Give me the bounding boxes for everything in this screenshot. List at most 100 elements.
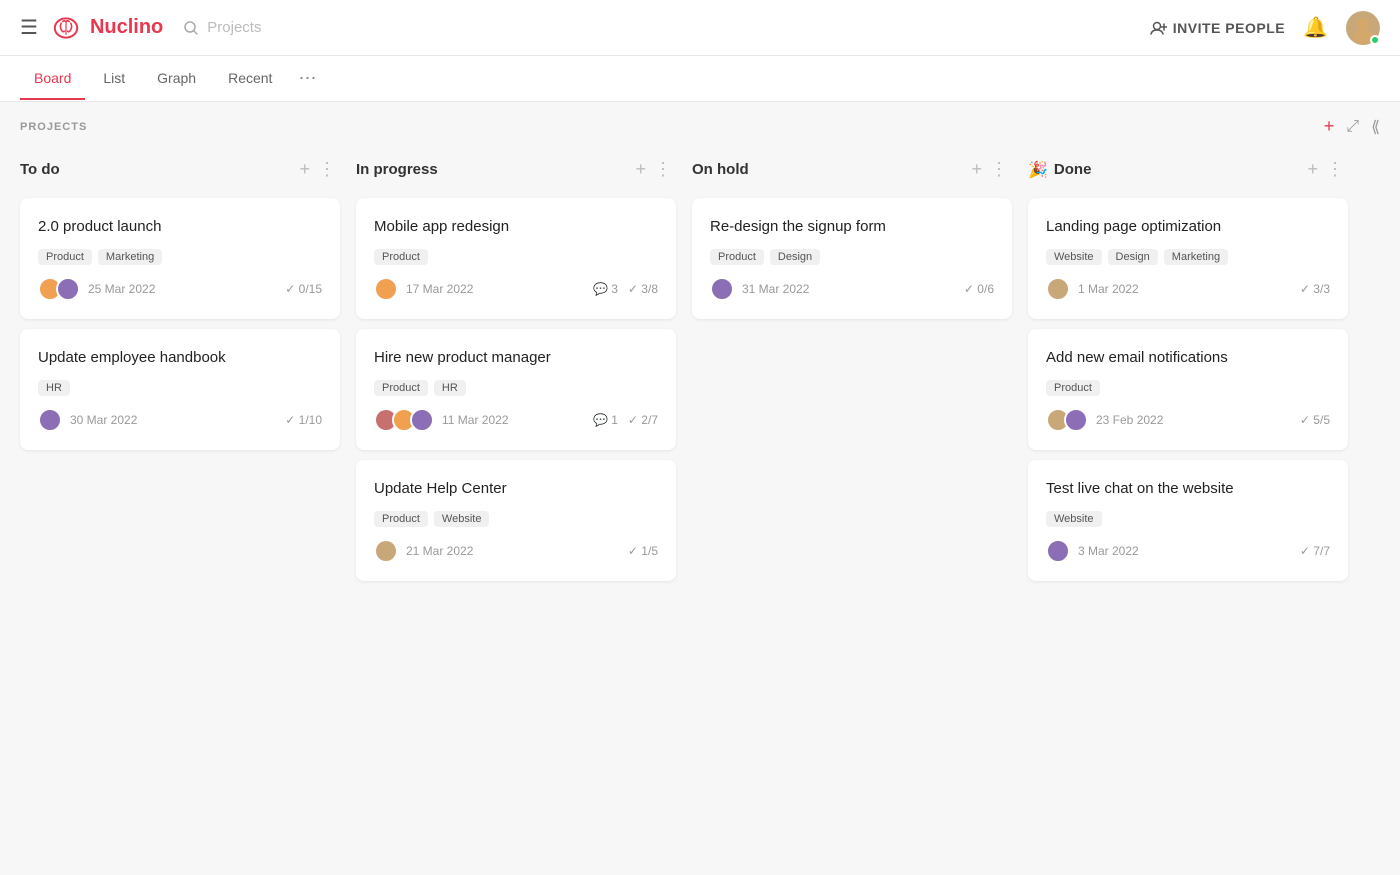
tab-recent[interactable]: Recent [214, 58, 286, 100]
collapse-columns-icon[interactable]: ⟪ [1371, 117, 1380, 137]
card-checklist: ✓ 1/5 [628, 544, 658, 558]
card-meta: 1 Mar 2022 [1046, 277, 1139, 301]
tab-more-icon[interactable]: ⋯ [290, 56, 324, 101]
card-mobile-redesign[interactable]: Mobile app redesign Product 17 Mar 2022 … [356, 198, 676, 319]
add-card-onhold-button[interactable]: + [967, 159, 986, 180]
tab-list[interactable]: List [89, 58, 139, 100]
add-card-done-button[interactable]: + [1303, 159, 1322, 180]
notification-bell-icon[interactable]: 🔔 [1303, 15, 1328, 40]
card-checklist: ✓ 7/7 [1300, 544, 1330, 558]
card-avatars [374, 539, 392, 563]
column-inprogress: In progress + ⋮ Mobile app redesign Prod… [356, 151, 676, 846]
card-update-help-center[interactable]: Update Help Center Product Website 21 Ma… [356, 460, 676, 581]
card-date: 25 Mar 2022 [88, 282, 155, 296]
card-date: 1 Mar 2022 [1078, 282, 1139, 296]
card-avatars [1046, 539, 1064, 563]
card-footer: 31 Mar 2022 ✓ 0/6 [710, 277, 994, 301]
tab-board[interactable]: Board [20, 58, 85, 100]
column-done: 🎉 Done + ⋮ Landing page optimization Web… [1028, 151, 1348, 846]
card-tags: Website Design Marketing [1046, 249, 1330, 265]
card-meta: 23 Feb 2022 [1046, 408, 1163, 432]
card-avatars [38, 277, 74, 301]
tag-product: Product [710, 249, 764, 265]
card-signup-form[interactable]: Re-design the signup form Product Design… [692, 198, 1012, 319]
card-tags: Product Design [710, 249, 994, 265]
tag-product: Product [38, 249, 92, 265]
card-checklist: ✓ 2/7 [628, 413, 658, 427]
add-column-button[interactable]: + [1324, 116, 1335, 137]
tag-website: Website [1046, 249, 1102, 265]
card-checklist: ✓ 3/3 [1300, 282, 1330, 296]
card-stats: ✓ 0/6 [964, 282, 994, 296]
search-icon [183, 20, 199, 36]
add-card-todo-button[interactable]: + [295, 159, 314, 180]
user-avatar[interactable] [1346, 11, 1380, 45]
invite-people-button[interactable]: INVITE PEOPLE [1149, 19, 1285, 37]
avatar [38, 408, 62, 432]
card-date: 30 Mar 2022 [70, 413, 137, 427]
card-checklist: ✓ 3/8 [628, 282, 658, 296]
column-header-todo: To do + ⋮ [20, 151, 340, 188]
column-done-menu-icon[interactable]: ⋮ [1322, 159, 1348, 180]
card-date: 21 Mar 2022 [406, 544, 473, 558]
add-card-inprogress-button[interactable]: + [631, 159, 650, 180]
board-header-actions: + ⤢ ⟪ [1324, 116, 1380, 137]
card-footer: 11 Mar 2022 💬 1 ✓ 2/7 [374, 408, 658, 432]
card-avatars [374, 408, 428, 432]
tag-design: Design [770, 249, 820, 265]
avatar [374, 277, 398, 301]
column-header-done: 🎉 Done + ⋮ [1028, 151, 1348, 188]
card-title: Landing page optimization [1046, 216, 1330, 237]
card-checklist: ✓ 5/5 [1300, 413, 1330, 427]
card-stats: 💬 1 ✓ 2/7 [593, 413, 658, 427]
card-title: Add new email notifications [1046, 347, 1330, 368]
column-todo-menu-icon[interactable]: ⋮ [314, 159, 340, 180]
card-landing-page[interactable]: Landing page optimization Website Design… [1028, 198, 1348, 319]
logo[interactable]: Nuclino [50, 12, 163, 44]
tab-graph[interactable]: Graph [143, 58, 210, 100]
card-stats: ✓ 1/5 [628, 544, 658, 558]
card-stats: 💬 3 ✓ 3/8 [593, 282, 658, 296]
expand-icon[interactable]: ⤢ [1346, 118, 1359, 136]
card-date: 31 Mar 2022 [742, 282, 809, 296]
hamburger-icon[interactable]: ☰ [20, 15, 38, 40]
column-title-todo: To do [20, 161, 295, 178]
card-tags: Website [1046, 511, 1330, 527]
card-title: 2.0 product launch [38, 216, 322, 237]
column-title-done: Done [1054, 161, 1304, 178]
card-meta: 3 Mar 2022 [1046, 539, 1139, 563]
card-meta: 31 Mar 2022 [710, 277, 809, 301]
card-stats: ✓ 0/15 [285, 282, 322, 296]
card-tags: Product [1046, 380, 1330, 396]
column-onhold-menu-icon[interactable]: ⋮ [986, 159, 1012, 180]
online-status-dot [1370, 35, 1380, 45]
header-right: INVITE PEOPLE 🔔 [1149, 11, 1380, 45]
card-tags: Product Marketing [38, 249, 322, 265]
card-avatars [374, 277, 392, 301]
tag-marketing: Marketing [1164, 249, 1228, 265]
card-date: 23 Feb 2022 [1096, 413, 1163, 427]
card-product-launch[interactable]: 2.0 product launch Product Marketing 25 … [20, 198, 340, 319]
card-tags: Product [374, 249, 658, 265]
avatar [1046, 539, 1070, 563]
column-inprogress-menu-icon[interactable]: ⋮ [650, 159, 676, 180]
card-checklist: ✓ 0/6 [964, 282, 994, 296]
column-onhold: On hold + ⋮ Re-design the signup form Pr… [692, 151, 1012, 846]
card-email-notifications[interactable]: Add new email notifications Product 23 F… [1028, 329, 1348, 450]
card-hire-product-manager[interactable]: Hire new product manager Product HR 11 M… [356, 329, 676, 450]
board-header: PROJECTS + ⤢ ⟪ [0, 102, 1400, 151]
card-date: 11 Mar 2022 [442, 413, 509, 427]
card-stats: ✓ 5/5 [1300, 413, 1330, 427]
invite-icon [1149, 19, 1167, 37]
avatar [710, 277, 734, 301]
card-footer: 25 Mar 2022 ✓ 0/15 [38, 277, 322, 301]
column-header-inprogress: In progress + ⋮ [356, 151, 676, 188]
brain-icon [50, 12, 82, 44]
card-employee-handbook[interactable]: Update employee handbook HR 30 Mar 2022 … [20, 329, 340, 450]
search-bar[interactable]: Projects [183, 19, 261, 36]
card-meta: 11 Mar 2022 [374, 408, 509, 432]
card-live-chat[interactable]: Test live chat on the website Website 3 … [1028, 460, 1348, 581]
card-date: 17 Mar 2022 [406, 282, 473, 296]
tag-product: Product [1046, 380, 1100, 396]
card-stats: ✓ 7/7 [1300, 544, 1330, 558]
